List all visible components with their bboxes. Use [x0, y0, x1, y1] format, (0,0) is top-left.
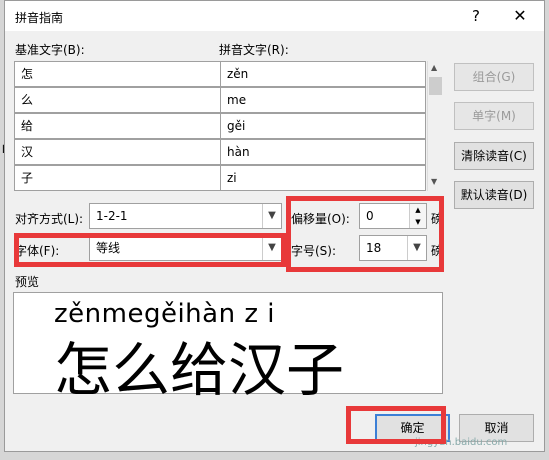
title-bar[interactable]: 拼音指南 ? ✕ — [5, 1, 544, 31]
pinyin-text-field[interactable]: hàn — [220, 139, 426, 165]
base-text-field[interactable]: 汉 — [14, 139, 221, 165]
base-text-field[interactable]: 给 — [14, 113, 221, 139]
chevron-down-icon[interactable]: ▼ — [262, 204, 281, 228]
alignment-value: 1-2-1 — [96, 209, 128, 223]
close-button[interactable]: ✕ — [505, 4, 535, 28]
pinyin-text-field[interactable]: me — [220, 87, 426, 113]
single-char-button[interactable]: 单字(M) — [454, 102, 534, 130]
group-button[interactable]: 组合(G) — [454, 63, 534, 91]
base-text-field[interactable]: 子 — [14, 165, 221, 191]
pinyin-text-field[interactable]: gěi — [220, 113, 426, 139]
base-text-field[interactable]: 么 — [14, 87, 221, 113]
base-text-label: 基准文字(B): — [15, 43, 85, 57]
highlight-box — [286, 196, 444, 272]
scroll-thumb[interactable] — [429, 77, 442, 95]
dialog-title: 拼音指南 — [15, 11, 64, 25]
pinyin-text-field[interactable]: zi — [220, 165, 426, 191]
scroll-down-icon[interactable]: ▼ — [431, 177, 437, 186]
help-button[interactable]: ? — [461, 4, 491, 28]
rows-scrollbar[interactable]: ▲ ▼ — [427, 61, 443, 191]
scroll-up-icon[interactable]: ▲ — [431, 63, 437, 72]
pinyin-text-label: 拼音文字(R): — [219, 43, 289, 57]
pinyin-text-field[interactable]: zěn — [220, 61, 426, 87]
preview-box: zěnmegěihàn z i 怎么给汉子 — [13, 292, 443, 404]
default-reading-button[interactable]: 默认读音(D) — [454, 181, 534, 209]
base-text-field[interactable]: 怎 — [14, 61, 221, 87]
preview-hanzi: 怎么给汉子 — [54, 336, 345, 404]
preview-label: 预览 — [15, 275, 40, 289]
alignment-select[interactable]: 1-2-1 ▼ — [89, 203, 282, 229]
highlight-box — [346, 406, 446, 444]
highlight-box — [14, 233, 286, 267]
clear-reading-button[interactable]: 清除读音(C) — [454, 142, 534, 170]
pinyin-guide-dialog: 拼音指南 ? ✕ 基准文字(B): 拼音文字(R): 怎 zěn 么 me 给 … — [4, 0, 545, 452]
alignment-label: 对齐方式(L): — [15, 212, 84, 226]
